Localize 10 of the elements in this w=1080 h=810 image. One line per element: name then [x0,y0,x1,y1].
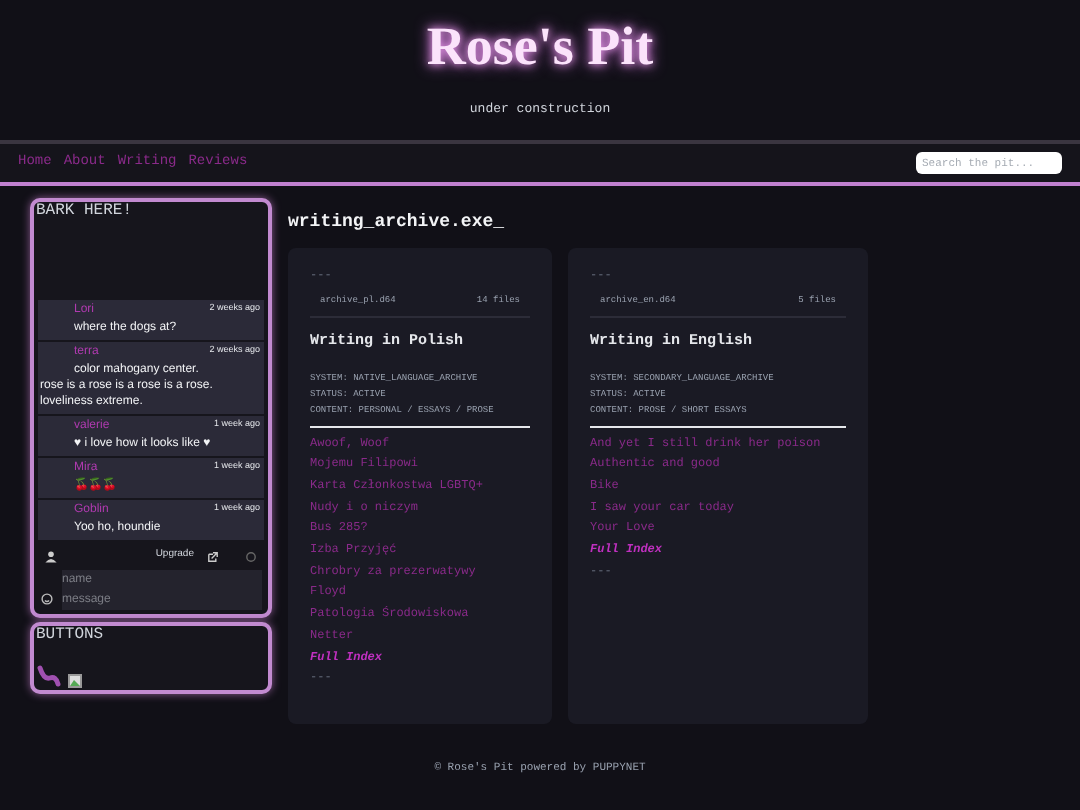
page-title: writing_archive.exe_ [288,210,507,236]
external-link-icon[interactable] [206,549,220,563]
squiggle-icon [36,664,62,688]
circle-icon[interactable] [244,549,258,563]
site-title: Rose's Pit [426,14,654,80]
chat-title: BARK HERE! [34,202,135,222]
broken-image-icon [68,674,82,688]
person-icon [44,549,58,563]
smiley-icon [40,592,54,606]
buttons-title: BUTTONS [34,626,106,646]
